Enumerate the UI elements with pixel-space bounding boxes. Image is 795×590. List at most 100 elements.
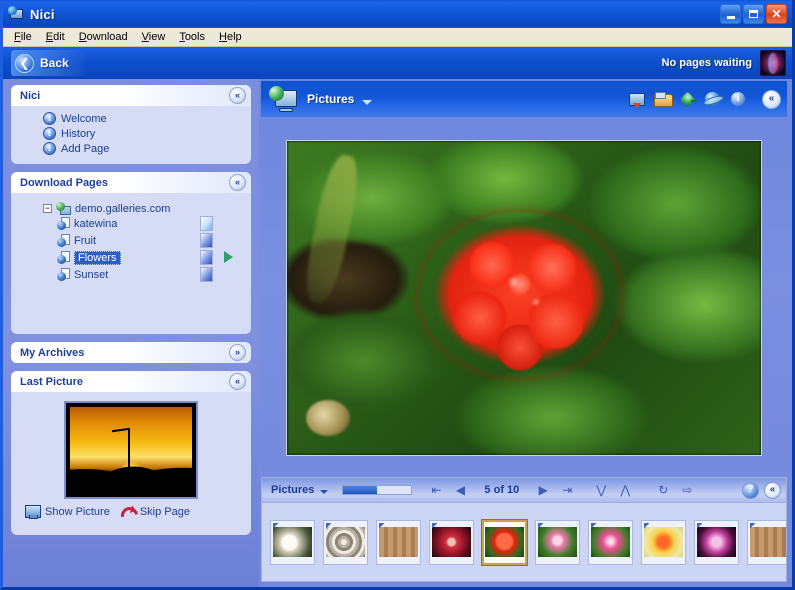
tree-item-label: katewina bbox=[74, 217, 118, 230]
sidebar-link-history[interactable]: i History bbox=[19, 126, 243, 141]
panel-last-picture: Last Picture « Show Picture Skip Page bbox=[11, 371, 251, 535]
collapse-chevron-icon-last-picture[interactable]: « bbox=[229, 373, 246, 390]
monitor-icon bbox=[25, 505, 41, 519]
info-icon: i bbox=[43, 127, 56, 140]
orange-tulip-thumbnail[interactable] bbox=[641, 519, 686, 565]
panel-title-last-picture: Last Picture bbox=[20, 375, 83, 388]
tree-item-fruit[interactable]: Fruit bbox=[19, 232, 243, 249]
panel-header-nici[interactable]: Nici « bbox=[11, 85, 251, 106]
rose-on-fence-thumbnail[interactable] bbox=[376, 519, 421, 565]
red-rose-photograph[interactable] bbox=[286, 140, 762, 456]
app-monitor-globe-icon bbox=[8, 6, 25, 22]
pictures-header-tools: « bbox=[629, 89, 781, 109]
chevron-down-icon[interactable] bbox=[320, 490, 329, 494]
thumbnail-strip[interactable] bbox=[262, 503, 786, 581]
pink-rose-thumbnail[interactable] bbox=[588, 519, 633, 565]
chevron-down-icon[interactable] bbox=[362, 99, 373, 105]
download-pages-tree: − demo.galleries.com katewina Fruit Flow… bbox=[19, 198, 243, 326]
pictures-header-title: Pictures bbox=[307, 92, 355, 106]
page-icon bbox=[57, 217, 70, 230]
panel-header-last-picture[interactable]: Last Picture « bbox=[11, 371, 251, 392]
plugin-icon[interactable] bbox=[679, 91, 698, 108]
last-picture-actions: Show Picture Skip Page bbox=[19, 505, 243, 527]
picture-viewer bbox=[261, 117, 787, 477]
panel-header-my-archives[interactable]: My Archives » bbox=[11, 342, 251, 363]
grey-spiral-rose-thumbnail[interactable] bbox=[323, 519, 368, 565]
expand-chevron-icon-my-archives[interactable]: » bbox=[229, 344, 246, 361]
pictures-header-bar: Pictures « bbox=[261, 81, 787, 117]
show-picture-button[interactable]: Show Picture bbox=[25, 505, 110, 519]
menu-item-tools[interactable]: Tools bbox=[172, 29, 212, 45]
internet-explorer-icon[interactable] bbox=[704, 91, 723, 108]
download-icon[interactable] bbox=[629, 91, 648, 108]
page-icon bbox=[57, 268, 70, 281]
menu-item-help[interactable]: Help bbox=[212, 29, 249, 45]
tree-root-node[interactable]: − demo.galleries.com bbox=[19, 202, 243, 215]
maximize-button[interactable] bbox=[743, 4, 764, 24]
skip-page-button[interactable]: Skip Page bbox=[120, 505, 190, 519]
body-split: Nici « i Welcome i History i Add Page Do… bbox=[3, 79, 792, 587]
panel-body-last-picture: Show Picture Skip Page bbox=[11, 392, 251, 535]
collapse-chevron-icon-filmstrip[interactable]: « bbox=[764, 481, 781, 499]
red-rose-thumbnail[interactable] bbox=[482, 519, 527, 565]
sunset-photo-thumbnail[interactable] bbox=[64, 401, 198, 499]
panel-title-download-pages: Download Pages bbox=[20, 176, 109, 189]
window-controls: ✕ bbox=[720, 4, 789, 24]
folder-open-icon[interactable] bbox=[654, 91, 673, 108]
progress-bar-indicator bbox=[200, 233, 213, 248]
collapse-chevron-icon-pictures[interactable]: « bbox=[762, 89, 781, 109]
first-picture-button[interactable]: ⇤ bbox=[424, 480, 448, 500]
filmstrip-panel: Pictures ⇤ ◀ 5 of 10 ▶ ⇥ ⋁ ⋀ ↻ ⇨ ? « bbox=[261, 477, 787, 582]
tree-item-katewina[interactable]: katewina bbox=[19, 215, 243, 232]
dark-red-rose-thumbnail[interactable] bbox=[429, 519, 474, 565]
app-logo-icon bbox=[760, 50, 786, 76]
panel-header-download-pages[interactable]: Download Pages « bbox=[11, 172, 251, 193]
menu-item-view[interactable]: View bbox=[135, 29, 173, 45]
white-rose-thumbnail[interactable] bbox=[270, 519, 315, 565]
skip-forward-button[interactable]: ⇨ bbox=[675, 480, 699, 500]
progress-bar-indicator bbox=[200, 216, 213, 231]
expander-icon[interactable]: − bbox=[43, 204, 52, 213]
last-picture-thumbnail-wrap bbox=[19, 397, 243, 505]
sidebar: Nici « i Welcome i History i Add Page Do… bbox=[3, 79, 259, 587]
pink-rose-fence-thumbnail[interactable] bbox=[747, 519, 786, 565]
next-picture-button[interactable]: ▶ bbox=[531, 480, 555, 500]
filmstrip-toolbar: Pictures ⇤ ◀ 5 of 10 ▶ ⇥ ⋁ ⋀ ↻ ⇨ ? « bbox=[262, 478, 786, 503]
download-progress-bar bbox=[342, 485, 413, 495]
last-picture-button[interactable]: ⇥ bbox=[555, 480, 579, 500]
website-picture-icon bbox=[56, 202, 71, 215]
small-pink-rose-thumbnail[interactable] bbox=[535, 519, 580, 565]
menu-item-edit[interactable]: Edit bbox=[39, 29, 72, 45]
tree-item-flowers[interactable]: Flowers bbox=[19, 249, 243, 266]
menu-bar: File Edit Download View Tools Help bbox=[3, 28, 792, 47]
page-icon bbox=[57, 234, 70, 247]
tree-root-label: demo.galleries.com bbox=[75, 202, 171, 215]
move-down-button[interactable]: ⋁ bbox=[589, 480, 613, 500]
back-button[interactable]: ❮ Back bbox=[11, 50, 85, 76]
close-button[interactable]: ✕ bbox=[766, 4, 787, 24]
sidebar-link-add-page[interactable]: i Add Page bbox=[19, 141, 243, 156]
collapse-chevron-icon-download-pages[interactable]: « bbox=[229, 174, 246, 191]
filmstrip-title: Pictures bbox=[271, 484, 315, 496]
refresh-button[interactable]: ↻ bbox=[651, 480, 675, 500]
purple-lily-thumbnail[interactable] bbox=[694, 519, 739, 565]
sidebar-link-welcome[interactable]: i Welcome bbox=[19, 111, 243, 126]
menu-item-download[interactable]: Download bbox=[72, 29, 135, 45]
progress-bar-indicator bbox=[200, 250, 213, 265]
title-bar: Nici ✕ bbox=[3, 0, 792, 28]
play-arrow-icon bbox=[224, 251, 233, 263]
app-window: Nici ✕ File Edit Download View Tools Hel… bbox=[0, 0, 795, 590]
previous-picture-button[interactable]: ◀ bbox=[448, 480, 472, 500]
info-icon[interactable] bbox=[729, 91, 748, 108]
move-up-button[interactable]: ⋀ bbox=[613, 480, 637, 500]
filmstrip-nav-right: ▶ ⇥ ⋁ ⋀ ↻ ⇨ bbox=[531, 480, 699, 500]
collapse-chevron-icon-nici[interactable]: « bbox=[229, 87, 246, 104]
tree-item-sunset[interactable]: Sunset bbox=[19, 266, 243, 283]
sidebar-link-label: Welcome bbox=[61, 112, 107, 125]
main-content: Pictures « bbox=[259, 79, 792, 587]
panel-body-download-pages: − demo.galleries.com katewina Fruit Flow… bbox=[11, 193, 251, 334]
tree-item-label: Fruit bbox=[74, 234, 96, 247]
minimize-button[interactable] bbox=[720, 4, 741, 24]
menu-item-file[interactable]: File bbox=[7, 29, 39, 45]
help-icon[interactable]: ? bbox=[742, 481, 759, 499]
